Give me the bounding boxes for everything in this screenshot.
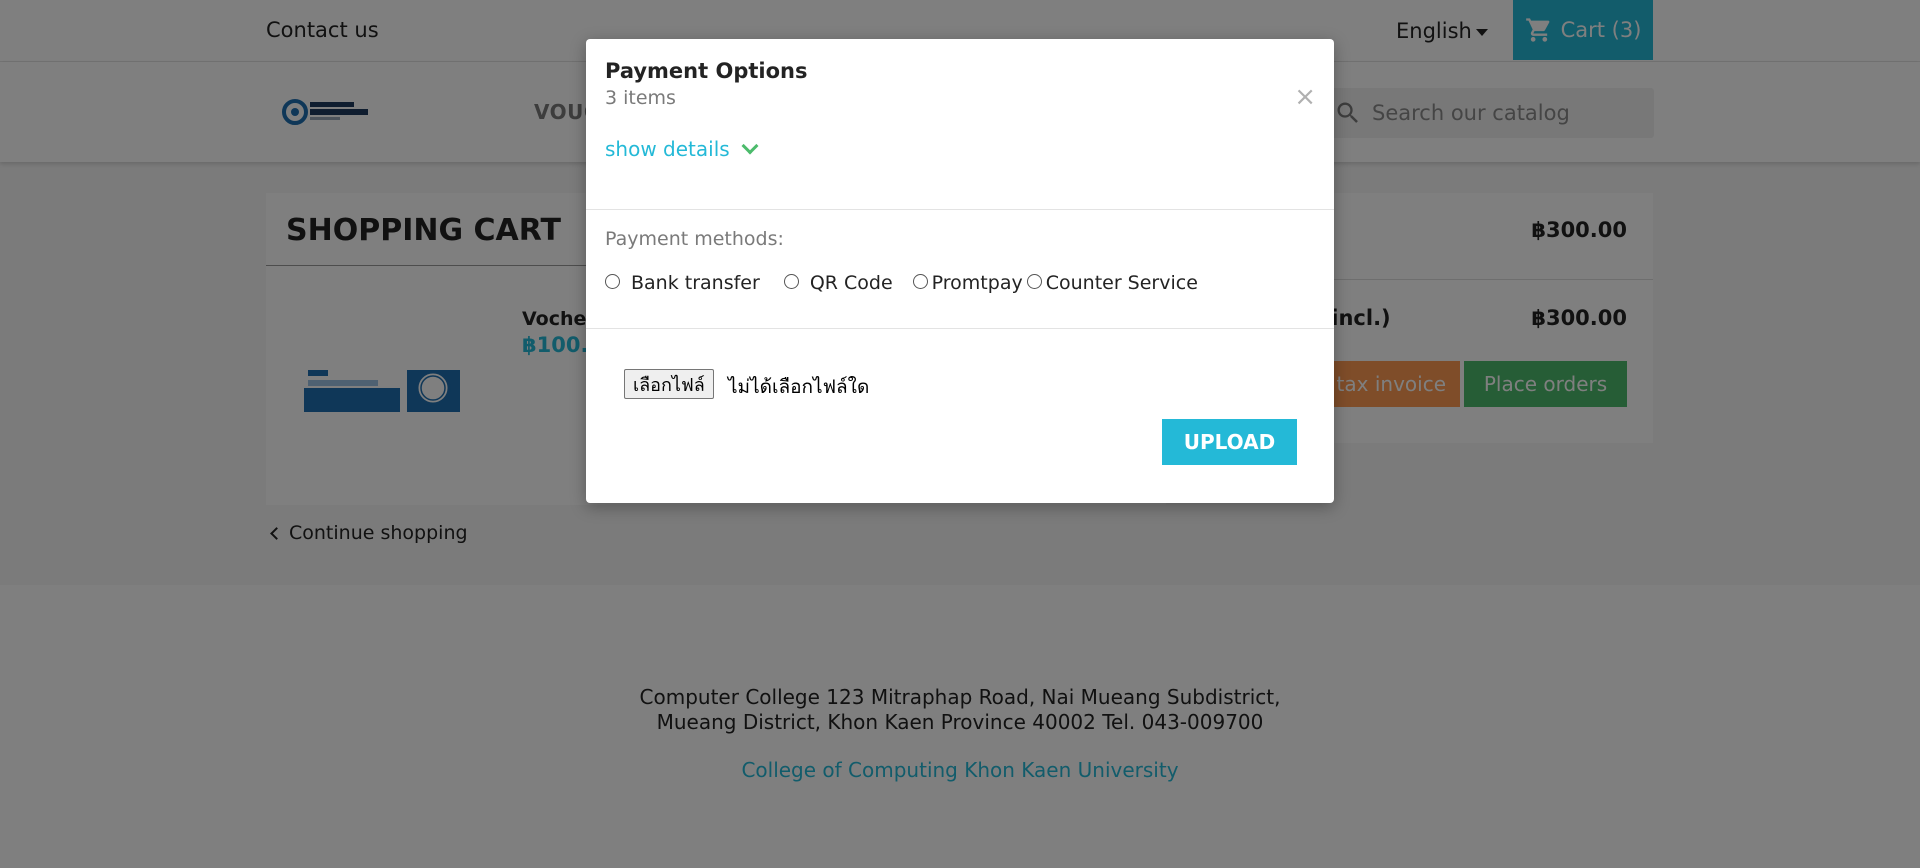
payment-option-counter-service[interactable]: Counter Service [1026, 272, 1198, 294]
payment-option-label: Bank transfer [631, 272, 760, 294]
payment-option-label: Counter Service [1045, 272, 1198, 294]
payment-methods-group: Bank transfer QR Code Promtpay Counter S… [605, 272, 1198, 294]
radio-button[interactable] [783, 273, 799, 289]
upload-button[interactable]: UPLOAD [1162, 419, 1297, 465]
payment-option-bank-transfer[interactable]: Bank transfer [605, 272, 760, 294]
chevron-down-icon [741, 137, 759, 155]
divider [586, 328, 1334, 329]
payment-option-promtpay[interactable]: Promtpay [912, 272, 1023, 294]
payment-options-modal: Payment Options 3 items × show details P… [586, 39, 1334, 503]
choose-file-button[interactable]: เลือกไฟล์ [624, 369, 714, 399]
divider [586, 209, 1334, 210]
modal-item-count: 3 items [605, 87, 676, 109]
file-status: ไม่ได้เลือกไฟล์ใด [728, 376, 870, 398]
payment-option-qr-code[interactable]: QR Code [783, 272, 893, 294]
radio-button[interactable] [1026, 273, 1042, 289]
radio-button[interactable] [605, 273, 620, 289]
show-details-label: show details [605, 137, 730, 161]
modal-title: Payment Options [605, 59, 808, 83]
close-icon[interactable]: × [1294, 84, 1316, 110]
payment-option-label: Promtpay [931, 272, 1023, 294]
radio-button[interactable] [912, 273, 928, 289]
payment-option-label: QR Code [809, 272, 893, 294]
show-details-toggle[interactable]: show details [605, 137, 759, 161]
payment-methods-label: Payment methods: [605, 228, 784, 250]
